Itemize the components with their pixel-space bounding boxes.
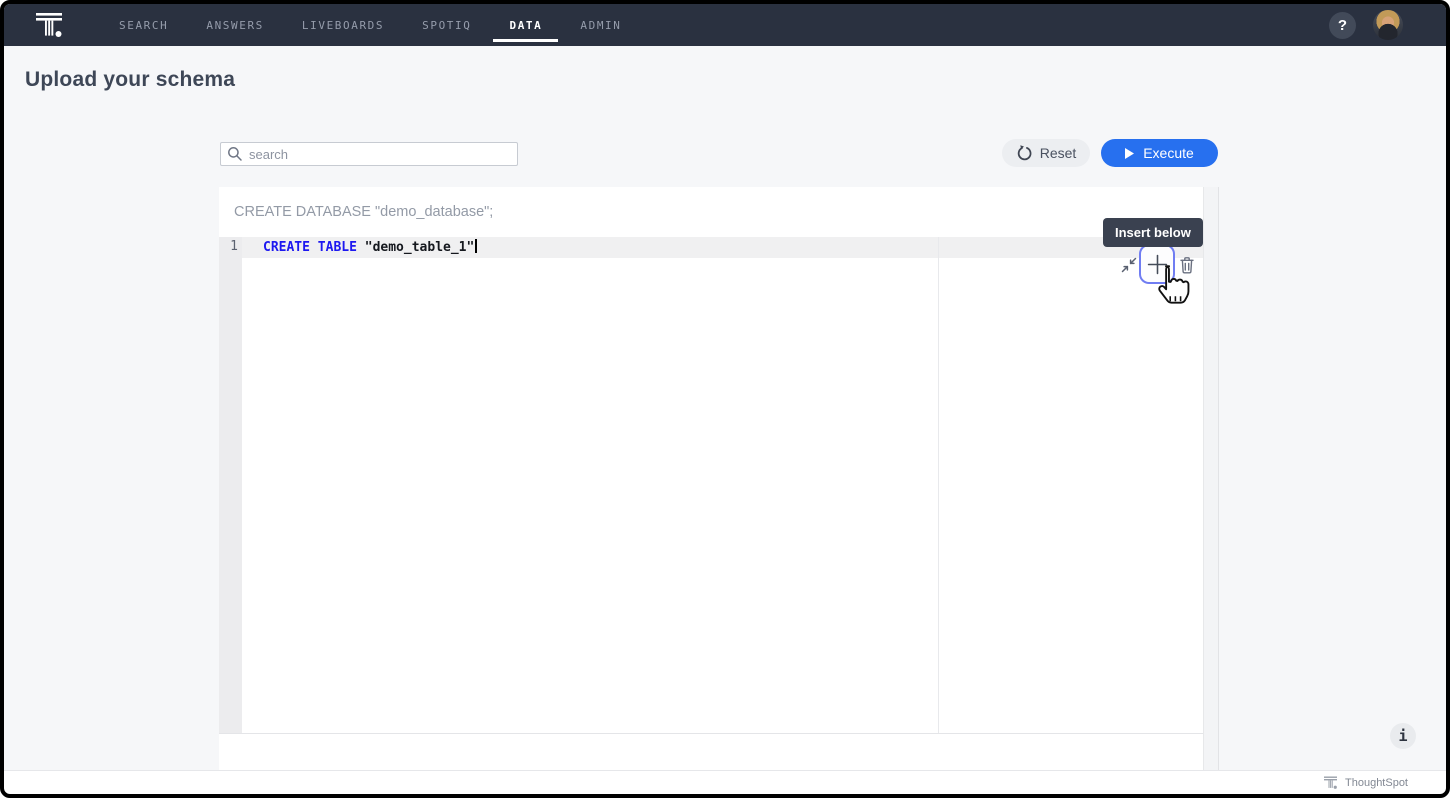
database-statement: CREATE DATABASE "demo_database"; bbox=[234, 204, 493, 220]
app-window: SEARCH ANSWERS LIVEBOARDS SPOTIQ DATA AD… bbox=[4, 4, 1446, 794]
nav-tabs: SEARCH ANSWERS LIVEBOARDS SPOTIQ DATA AD… bbox=[100, 4, 641, 46]
code-editor[interactable]: 1 CREATE TABLE "demo_table_1" bbox=[219, 237, 1203, 734]
footer: ThoughtSpot bbox=[4, 770, 1446, 794]
search-input[interactable] bbox=[249, 147, 511, 162]
delete-statement-button[interactable] bbox=[1176, 253, 1198, 277]
tab-liveboards[interactable]: LIVEBOARDS bbox=[286, 4, 400, 46]
collapse-statement-button[interactable] bbox=[1119, 256, 1139, 274]
footer-brand-label: ThoughtSpot bbox=[1345, 777, 1408, 789]
play-icon bbox=[1125, 148, 1134, 159]
collapse-icon bbox=[1121, 257, 1137, 273]
reset-icon bbox=[1016, 145, 1033, 162]
user-avatar[interactable] bbox=[1373, 10, 1403, 40]
text-cursor bbox=[475, 239, 477, 253]
line-number: 1 bbox=[219, 239, 238, 254]
tab-spotiq[interactable]: SPOTIQ bbox=[406, 4, 487, 46]
thoughtspot-footer-logo-icon bbox=[1323, 775, 1338, 790]
info-button[interactable]: i bbox=[1390, 723, 1416, 749]
panel-scrollbar-track[interactable] bbox=[1203, 187, 1219, 770]
tab-admin[interactable]: ADMIN bbox=[564, 4, 637, 46]
insert-below-button[interactable] bbox=[1139, 244, 1175, 284]
tab-data[interactable]: DATA bbox=[493, 4, 558, 46]
tab-answers[interactable]: ANSWERS bbox=[190, 4, 280, 46]
schema-editor-panel: CREATE DATABASE "demo_database"; 1 CREAT… bbox=[219, 187, 1203, 770]
page-title: Upload your schema bbox=[25, 68, 235, 92]
editor-actions-divider bbox=[938, 237, 939, 733]
line-number-gutter bbox=[219, 237, 242, 733]
reset-button[interactable]: Reset bbox=[1002, 139, 1090, 167]
thoughtspot-logo-icon[interactable] bbox=[34, 10, 64, 40]
execute-label: Execute bbox=[1143, 145, 1194, 161]
sql-keyword: CREATE TABLE bbox=[263, 240, 357, 255]
help-button[interactable]: ? bbox=[1329, 12, 1356, 39]
insert-below-tooltip: Insert below bbox=[1103, 218, 1203, 247]
search-box bbox=[220, 142, 518, 166]
execute-button[interactable]: Execute bbox=[1101, 139, 1218, 167]
sql-identifier: "demo_table_1" bbox=[357, 240, 474, 255]
tab-search[interactable]: SEARCH bbox=[103, 4, 184, 46]
reset-label: Reset bbox=[1040, 145, 1077, 161]
plus-icon bbox=[1147, 254, 1168, 275]
code-line[interactable]: CREATE TABLE "demo_table_1" bbox=[263, 239, 477, 255]
trash-icon bbox=[1177, 255, 1197, 275]
top-navbar: SEARCH ANSWERS LIVEBOARDS SPOTIQ DATA AD… bbox=[4, 4, 1446, 46]
search-icon bbox=[227, 146, 243, 162]
